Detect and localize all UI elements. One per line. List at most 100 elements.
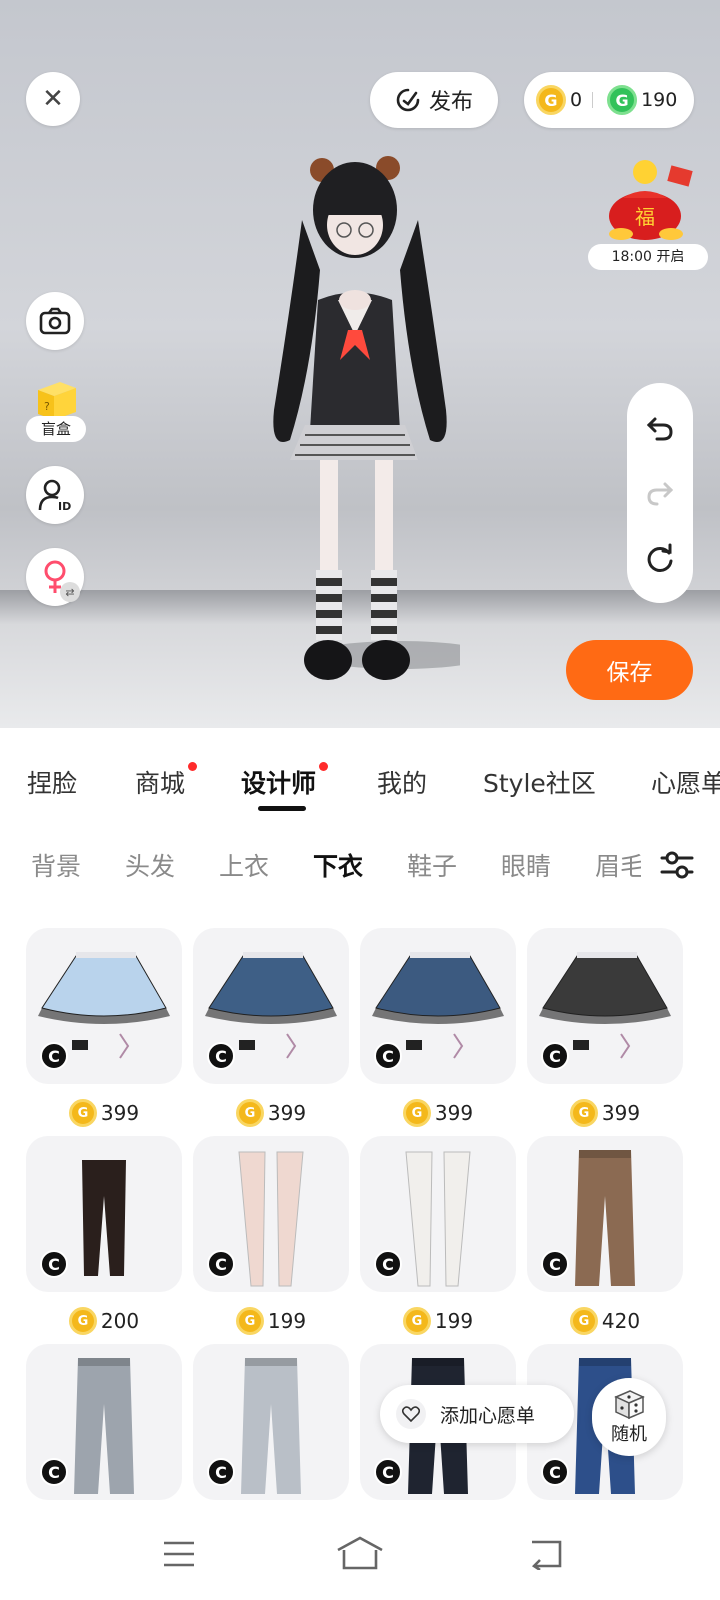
- creator-icon: C: [374, 1042, 402, 1070]
- reset-icon[interactable]: [645, 543, 675, 573]
- event-time-label: 18:00 开启: [588, 244, 708, 270]
- item-price: G 420: [527, 1306, 683, 1336]
- avatar-model[interactable]: [260, 150, 460, 725]
- item-price-value: 199: [267, 1309, 307, 1333]
- green-coin-count: 190: [641, 89, 678, 111]
- currency-display[interactable]: G 0 G 190: [524, 72, 694, 128]
- item-price-value: 399: [100, 1101, 140, 1125]
- svg-text:福: 福: [635, 205, 655, 229]
- subtab-hair[interactable]: 头发: [125, 847, 175, 883]
- gold-coin-icon: G: [402, 1099, 431, 1127]
- home-icon[interactable]: [336, 1536, 384, 1570]
- subtab-shoes[interactable]: 鞋子: [407, 847, 457, 883]
- item-price: G 200: [26, 1306, 182, 1336]
- item-price-value: 200: [100, 1309, 140, 1333]
- gold-coin-count: 0: [570, 89, 583, 111]
- subtab-top[interactable]: 上衣: [219, 847, 269, 883]
- subtab-bottom[interactable]: 下衣: [313, 847, 363, 883]
- swap-icon: ⇄: [60, 582, 80, 602]
- creator-icon: C: [541, 1250, 569, 1278]
- item-price-value: 399: [267, 1101, 307, 1125]
- tab-shop[interactable]: 商城: [135, 762, 198, 800]
- item-price: G 199: [360, 1306, 516, 1336]
- creator-icon: C: [40, 1250, 68, 1278]
- camera-button[interactable]: [26, 292, 84, 350]
- notification-dot: [188, 762, 198, 771]
- item-card[interactable]: C: [26, 1344, 182, 1500]
- main-tabs: 捏脸 商城 设计师 我的 Style社区 心愿单: [0, 752, 720, 812]
- item-card[interactable]: C G 420: [527, 1136, 683, 1336]
- creator-icon: C: [541, 1458, 569, 1486]
- creator-icon: C: [374, 1250, 402, 1278]
- creator-icon: C: [374, 1458, 402, 1486]
- gold-coin-icon: G: [68, 1099, 97, 1127]
- item-card[interactable]: C G 399: [360, 928, 516, 1128]
- item-card[interactable]: C G 399: [26, 928, 182, 1128]
- system-nav-bar: [0, 1510, 720, 1600]
- item-thumbnail: C: [26, 1136, 182, 1292]
- item-price: G 399: [360, 1098, 516, 1128]
- back-icon[interactable]: [530, 1538, 566, 1570]
- filter-icon: [660, 851, 694, 879]
- heart-icon: [396, 1399, 426, 1429]
- random-label: 随机: [611, 1424, 647, 1445]
- gold-coin-icon: G: [536, 85, 566, 115]
- category-tabs: 背景 头发 上衣 下衣 鞋子 眼睛 眉毛: [0, 840, 720, 890]
- item-card[interactable]: C G 200: [26, 1136, 182, 1336]
- dice-icon: [614, 1390, 645, 1420]
- item-card[interactable]: C G 399: [527, 928, 683, 1128]
- blind-box-button[interactable]: ? 盲盒: [26, 376, 86, 444]
- menu-icon[interactable]: [162, 1540, 196, 1568]
- item-thumbnail: C: [26, 1344, 182, 1500]
- fortune-event[interactable]: 福 18:00 开启: [588, 154, 708, 272]
- item-card[interactable]: C G 199: [193, 1136, 349, 1336]
- close-icon: ✕: [42, 84, 64, 114]
- svg-text:?: ?: [44, 400, 50, 413]
- subtab-eyebrows[interactable]: 眉毛: [595, 847, 641, 883]
- tab-face[interactable]: 捏脸: [27, 764, 77, 800]
- item-card[interactable]: C G 199: [360, 1136, 516, 1336]
- tab-wishlist[interactable]: 心愿单: [651, 764, 720, 800]
- gold-coin-icon: G: [235, 1099, 264, 1127]
- subtab-background[interactable]: 背景: [31, 847, 81, 883]
- svg-text:ID: ID: [58, 500, 71, 512]
- save-button[interactable]: 保存: [566, 640, 693, 700]
- subtab-eyes[interactable]: 眼睛: [501, 847, 551, 883]
- publish-label: 发布: [428, 90, 473, 115]
- item-thumbnail: C: [193, 1344, 349, 1500]
- item-price: G 399: [527, 1098, 683, 1128]
- user-id-icon: ID: [38, 479, 71, 512]
- redo-icon[interactable]: [645, 478, 675, 508]
- avatar-stage: ✕ 发布 G 0 G 190 福 18:00 开启 ? 盲盒 ID ⇄ 保存: [0, 0, 720, 728]
- creator-icon: C: [207, 1042, 235, 1070]
- item-thumbnail: C: [527, 1136, 683, 1292]
- publish-icon: [396, 88, 420, 112]
- undo-icon[interactable]: [645, 413, 675, 443]
- close-button[interactable]: ✕: [26, 72, 80, 126]
- item-thumbnail: C: [360, 928, 516, 1084]
- item-price-value: 199: [434, 1309, 474, 1333]
- gold-coin-icon: G: [569, 1307, 598, 1335]
- tab-style-community[interactable]: Style社区: [483, 764, 596, 800]
- blind-box-label: 盲盒: [26, 416, 86, 442]
- tab-mine[interactable]: 我的: [377, 764, 427, 800]
- publish-button[interactable]: 发布: [370, 72, 498, 128]
- item-card[interactable]: C G 399: [193, 928, 349, 1128]
- item-card[interactable]: C: [193, 1344, 349, 1500]
- gold-coin-icon: G: [402, 1307, 431, 1335]
- tab-designer[interactable]: 设计师: [241, 762, 329, 800]
- camera-icon: [39, 307, 71, 335]
- random-button[interactable]: 随机: [592, 1378, 666, 1456]
- filter-button[interactable]: [647, 840, 707, 890]
- gold-coin-icon: G: [68, 1307, 97, 1335]
- item-thumbnail: C: [360, 1136, 516, 1292]
- add-wishlist-label: 添加心愿单: [440, 1404, 536, 1427]
- item-price-value: 399: [601, 1101, 641, 1125]
- item-thumbnail: C: [193, 928, 349, 1084]
- avatar-id-button[interactable]: ID: [26, 466, 84, 524]
- add-wishlist-button[interactable]: 添加心愿单: [380, 1385, 574, 1443]
- tab-designer-label: 设计师: [241, 769, 317, 798]
- item-price-value: 399: [434, 1101, 474, 1125]
- gender-switch-button[interactable]: ⇄: [26, 548, 84, 606]
- item-price: G 399: [193, 1098, 349, 1128]
